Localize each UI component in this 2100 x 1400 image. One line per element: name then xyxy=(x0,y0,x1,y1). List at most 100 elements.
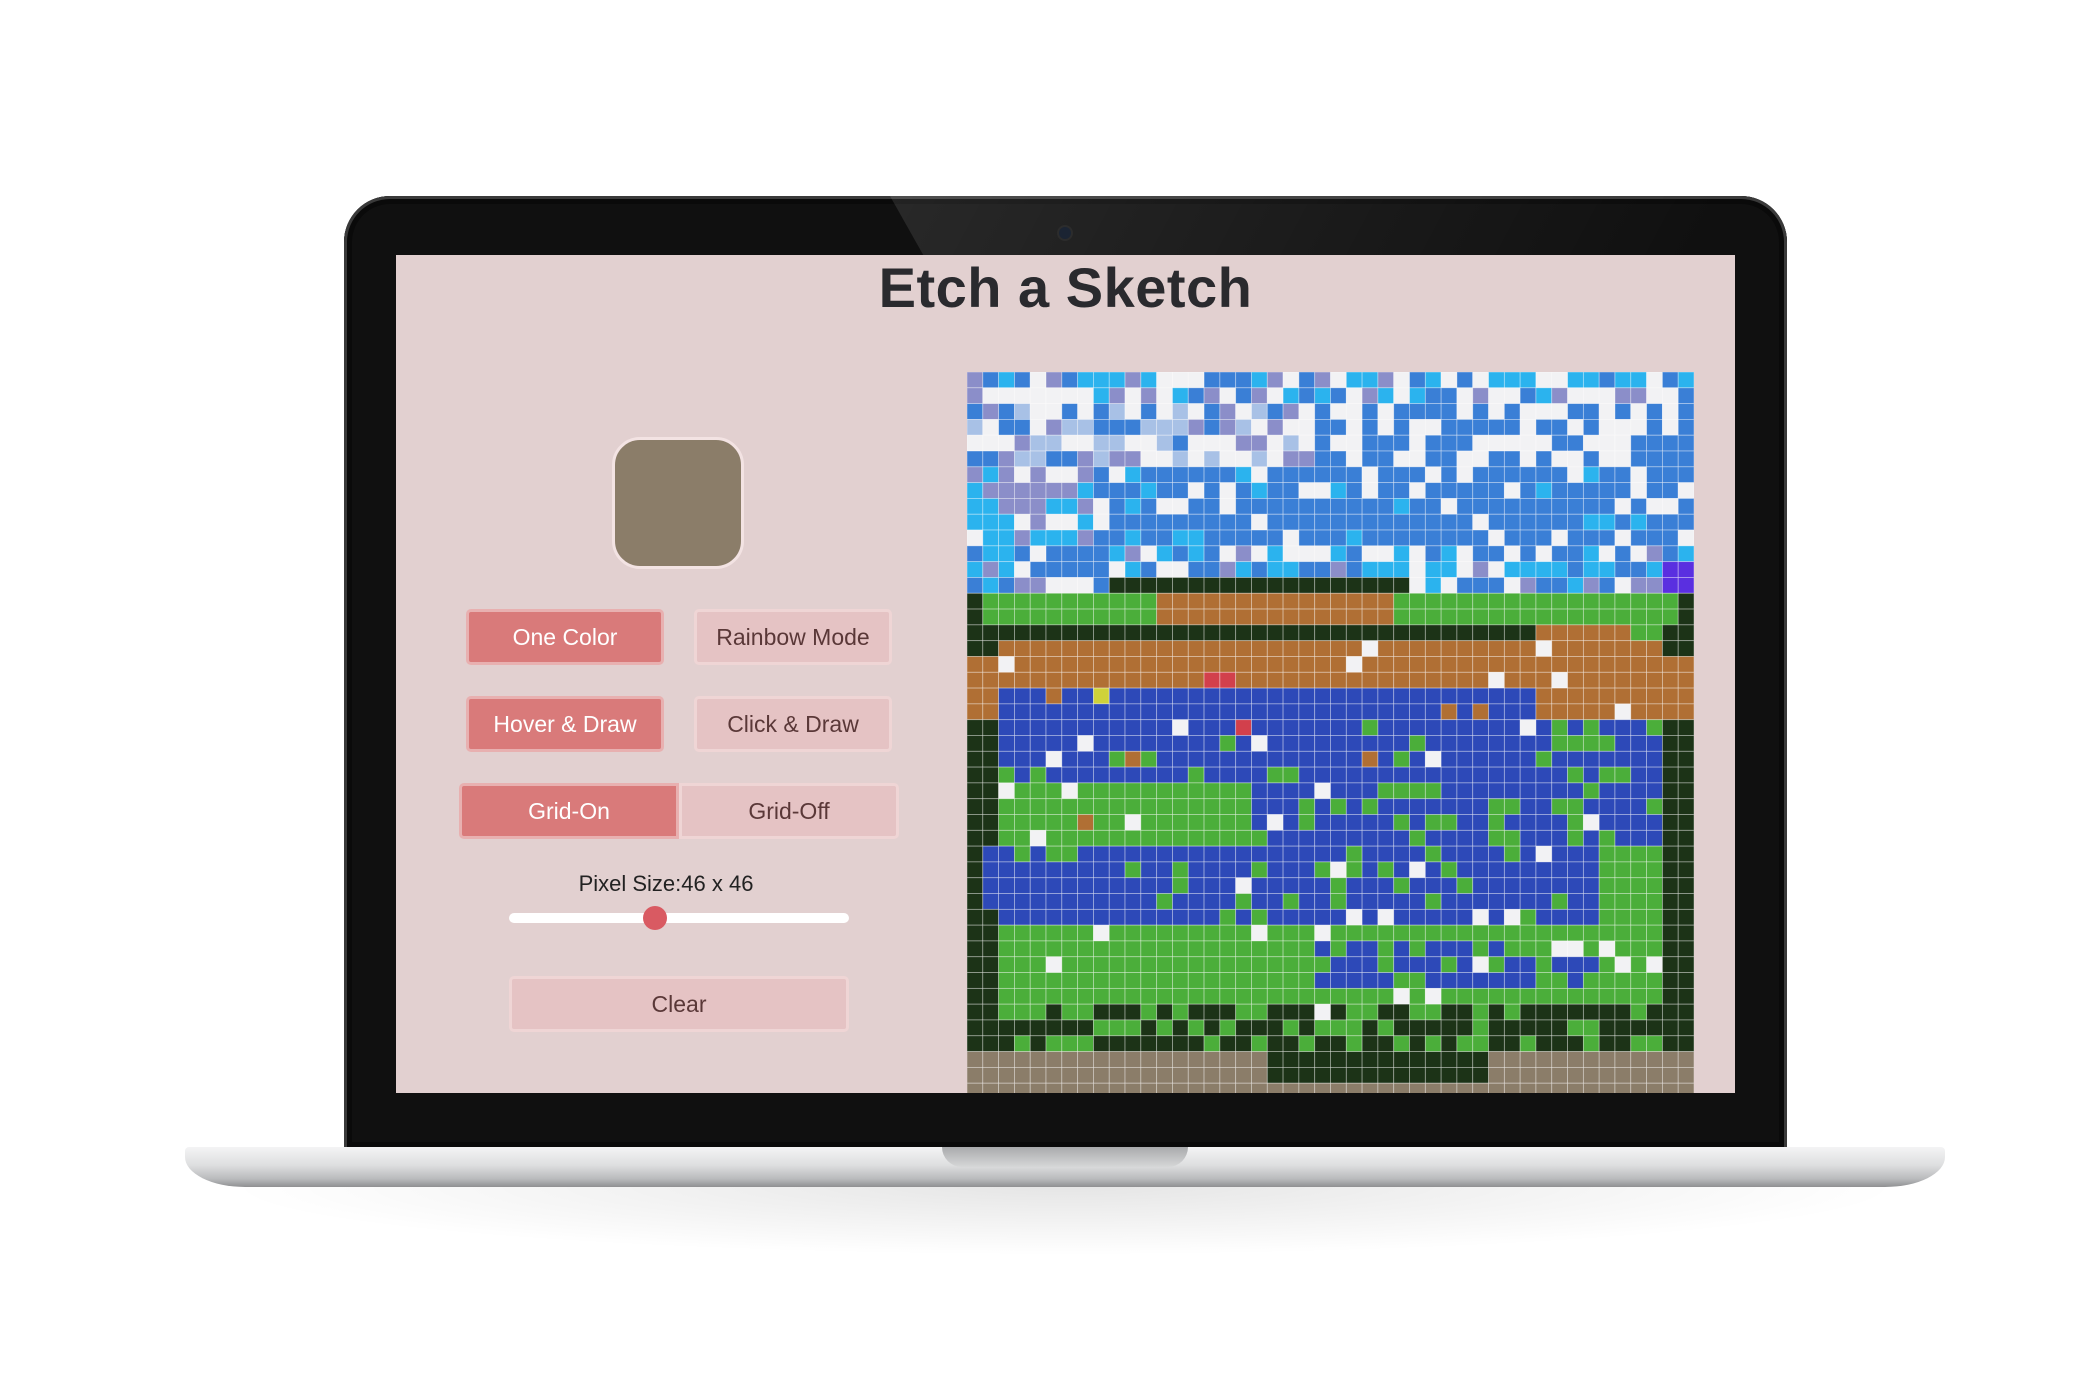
grid-cell[interactable] xyxy=(1108,498,1126,515)
grid-cell[interactable] xyxy=(1361,403,1379,420)
grid-cell[interactable] xyxy=(1472,1035,1489,1052)
grid-cell[interactable] xyxy=(998,814,1015,831)
grid-cell[interactable] xyxy=(1377,782,1395,800)
grid-cell[interactable] xyxy=(1377,766,1395,784)
grid-cell[interactable] xyxy=(1314,592,1331,610)
grid-cell[interactable] xyxy=(1266,877,1284,894)
grid-cell[interactable] xyxy=(1551,766,1568,784)
grid-cell[interactable] xyxy=(1409,671,1426,689)
grid-cell[interactable] xyxy=(1535,419,1553,436)
grid-cell[interactable] xyxy=(1503,687,1521,705)
grid-cell[interactable] xyxy=(1519,1035,1537,1052)
grid-cell[interactable] xyxy=(1519,703,1537,721)
grid-cell[interactable] xyxy=(1472,1003,1489,1021)
grid-cell[interactable] xyxy=(1440,450,1458,468)
grid-cell[interactable] xyxy=(1330,972,1347,989)
grid-cell[interactable] xyxy=(1014,972,1031,989)
grid-cell[interactable] xyxy=(1393,450,1410,468)
grid-cell[interactable] xyxy=(967,577,984,594)
grid-cell[interactable] xyxy=(1219,450,1237,468)
grid-cell[interactable] xyxy=(1535,972,1553,989)
grid-cell[interactable] xyxy=(1646,387,1663,405)
grid-cell[interactable] xyxy=(1393,640,1410,657)
grid-cell[interactable] xyxy=(967,861,984,879)
grid-cell[interactable] xyxy=(1551,403,1568,420)
grid-cell[interactable] xyxy=(1630,940,1647,958)
grid-cell[interactable] xyxy=(1567,735,1584,752)
grid-cell[interactable] xyxy=(1393,561,1410,578)
grid-cell[interactable] xyxy=(982,671,1000,689)
grid-cell[interactable] xyxy=(1519,766,1537,784)
grid-cell[interactable] xyxy=(1061,798,1079,815)
grid-cell[interactable] xyxy=(1172,940,1189,958)
grid-cell[interactable] xyxy=(1661,419,1679,436)
grid-cell[interactable] xyxy=(1503,703,1521,721)
grid-cell[interactable] xyxy=(1535,798,1553,815)
grid-cell[interactable] xyxy=(1424,735,1442,752)
grid-cell[interactable] xyxy=(1582,1019,1600,1037)
grid-cell[interactable] xyxy=(1345,482,1363,499)
grid-cell[interactable] xyxy=(1424,608,1442,626)
grid-cell[interactable] xyxy=(1187,1082,1205,1093)
grid-cell[interactable] xyxy=(1646,829,1663,847)
grid-cell[interactable] xyxy=(1014,845,1031,863)
grid-cell[interactable] xyxy=(1409,956,1426,973)
grid-cell[interactable] xyxy=(1551,387,1568,405)
grid-cell[interactable] xyxy=(1172,608,1189,626)
grid-cell[interactable] xyxy=(998,1035,1015,1052)
grid-cell[interactable] xyxy=(1156,577,1173,594)
grid-cell[interactable] xyxy=(1582,529,1600,547)
grid-cell[interactable] xyxy=(1677,829,1694,847)
grid-cell[interactable] xyxy=(982,877,1000,894)
grid-cell[interactable] xyxy=(1187,624,1205,642)
grid-cell[interactable] xyxy=(1582,735,1600,752)
grid-cell[interactable] xyxy=(1140,750,1158,768)
grid-cell[interactable] xyxy=(998,893,1015,910)
grid-cell[interactable] xyxy=(1630,687,1647,705)
grid-cell[interactable] xyxy=(1630,671,1647,689)
grid-cell[interactable] xyxy=(1551,1066,1568,1084)
grid-cell[interactable] xyxy=(1630,893,1647,910)
grid-cell[interactable] xyxy=(1093,940,1110,958)
grid-cell[interactable] xyxy=(1646,766,1663,784)
grid-cell[interactable] xyxy=(1424,908,1442,926)
grid-cell[interactable] xyxy=(1014,1066,1031,1084)
grid-cell[interactable] xyxy=(1172,561,1189,578)
grid-cell[interactable] xyxy=(1061,372,1079,389)
grid-cell[interactable] xyxy=(1646,498,1663,515)
grid-cell[interactable] xyxy=(1361,861,1379,879)
grid-cell[interactable] xyxy=(1219,1051,1237,1068)
grid-cell[interactable] xyxy=(1456,498,1474,515)
grid-cell[interactable] xyxy=(1156,766,1173,784)
grid-cell[interactable] xyxy=(1251,750,1268,768)
grid-cell[interactable] xyxy=(1219,1066,1237,1084)
grid-cell[interactable] xyxy=(998,782,1015,800)
grid-cell[interactable] xyxy=(1567,466,1584,484)
grid-cell[interactable] xyxy=(1361,1082,1379,1093)
grid-cell[interactable] xyxy=(1630,908,1647,926)
grid-cell[interactable] xyxy=(1377,1035,1395,1052)
grid-cell[interactable] xyxy=(1535,1082,1553,1093)
grid-cell[interactable] xyxy=(1377,403,1395,420)
grid-cell[interactable] xyxy=(1345,656,1363,673)
grid-cell[interactable] xyxy=(1614,1066,1632,1084)
grid-cell[interactable] xyxy=(967,592,984,610)
grid-cell[interactable] xyxy=(982,1003,1000,1021)
grid-cell[interactable] xyxy=(1503,482,1521,499)
grid-cell[interactable] xyxy=(1014,987,1031,1005)
grid-cell[interactable] xyxy=(1219,498,1237,515)
grid-cell[interactable] xyxy=(1424,940,1442,958)
grid-cell[interactable] xyxy=(1061,529,1079,547)
grid-cell[interactable] xyxy=(982,703,1000,721)
grid-cell[interactable] xyxy=(1677,924,1694,942)
grid-cell[interactable] xyxy=(1330,592,1347,610)
grid-cell[interactable] xyxy=(1582,545,1600,563)
grid-cell[interactable] xyxy=(1582,703,1600,721)
grid-cell[interactable] xyxy=(1582,450,1600,468)
grid-cell[interactable] xyxy=(1393,972,1410,989)
grid-cell[interactable] xyxy=(1519,845,1537,863)
grid-cell[interactable] xyxy=(1472,782,1489,800)
grid-cell[interactable] xyxy=(1567,972,1584,989)
grid-cell[interactable] xyxy=(1187,814,1205,831)
grid-cell[interactable] xyxy=(1488,372,1505,389)
